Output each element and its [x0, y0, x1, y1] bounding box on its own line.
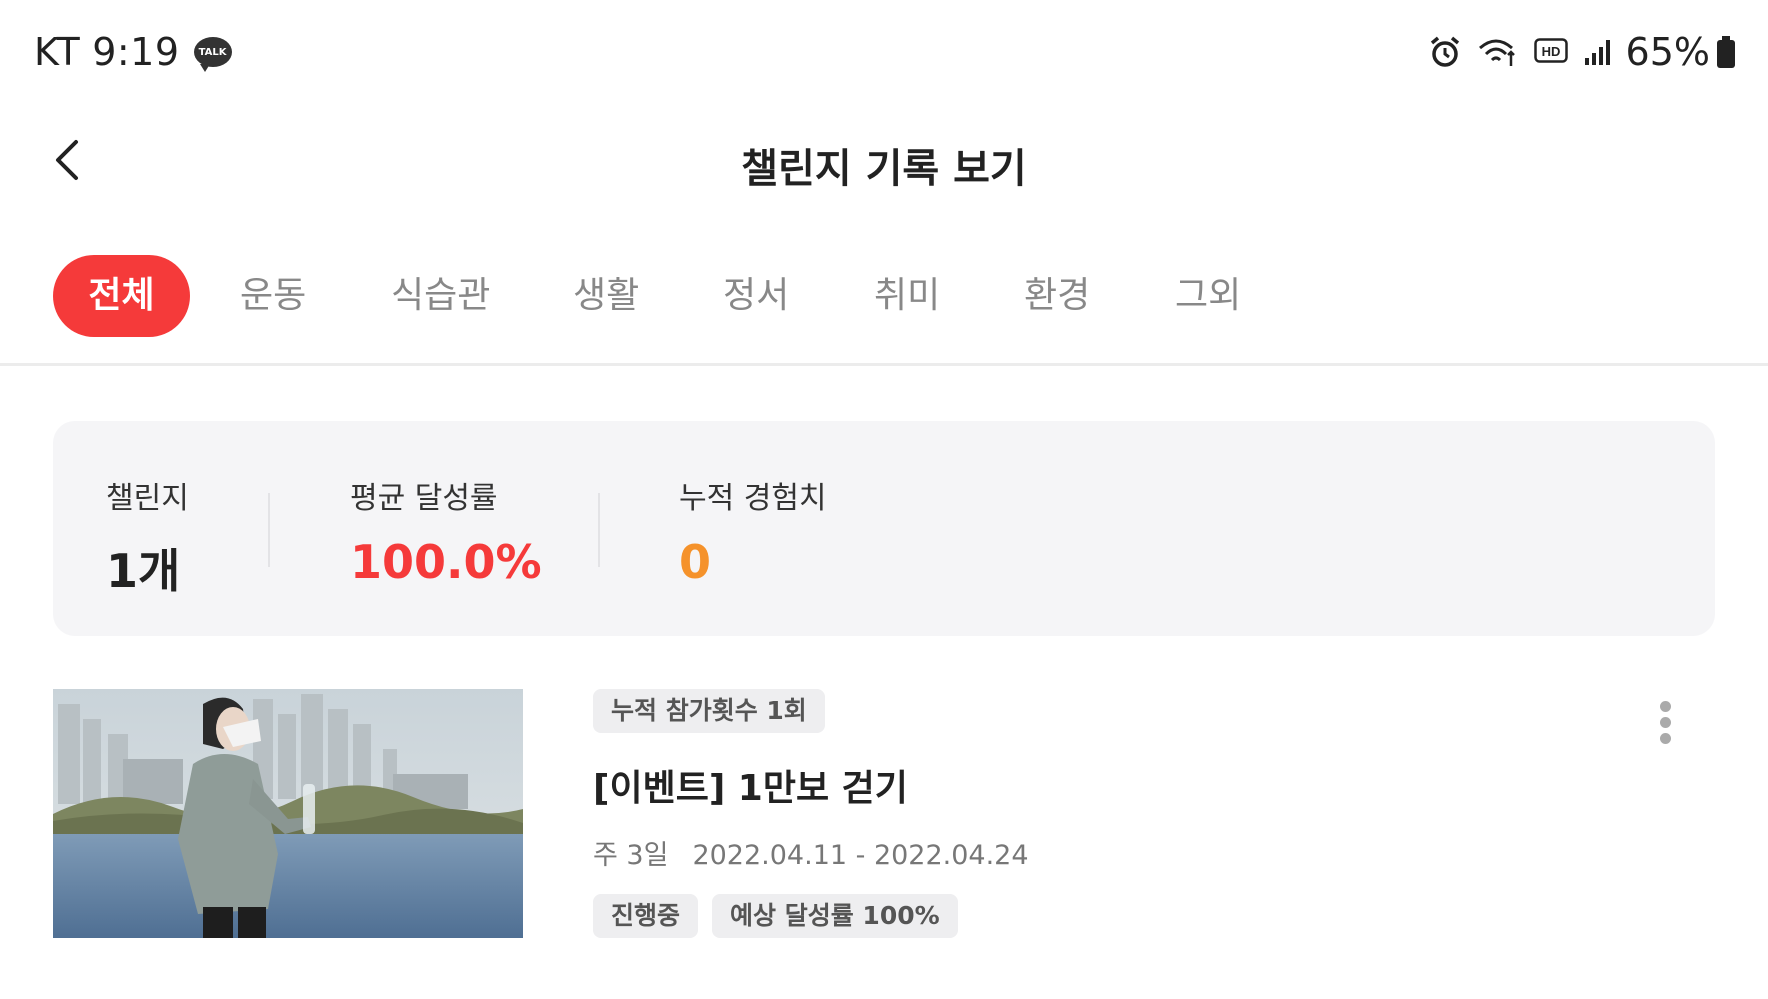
status-left: KT 9:19 TALK	[34, 30, 232, 74]
participation-count-chip: 누적 참가횟수 1회	[593, 689, 825, 733]
more-options-button[interactable]	[1653, 701, 1677, 751]
summary-card: 챌린지 1개 평균 달성률 100.0% 누적 경험치 0	[53, 421, 1715, 636]
svg-text:HD: HD	[1541, 44, 1560, 59]
more-vertical-icon	[1653, 701, 1677, 744]
challenge-schedule: 주 3일 2022.04.11 - 2022.04.24	[593, 833, 1029, 872]
stat-divider	[598, 493, 600, 567]
alarm-icon	[1428, 35, 1462, 69]
challenge-info: 누적 참가횟수 1회 [이벤트] 1만보 걷기 주 3일 2022.04.11 -…	[593, 689, 1029, 938]
wifi-icon	[1478, 36, 1518, 68]
challenge-title: [이벤트] 1만보 걷기	[593, 768, 908, 809]
tab-all[interactable]: 전체	[53, 255, 190, 337]
tabs-divider	[0, 363, 1768, 366]
challenge-period: 2022.04.11 - 2022.04.24	[692, 840, 1029, 871]
stat-exp-value: 0	[679, 535, 712, 589]
battery-percent: 65%	[1625, 30, 1710, 74]
challenge-list-item[interactable]: 누적 참가횟수 1회 [이벤트] 1만보 걷기 주 3일 2022.04.11 -…	[53, 689, 1715, 939]
talk-badge-text: TALK	[198, 46, 227, 58]
challenge-frequency: 주 3일	[593, 840, 669, 871]
category-tabs: 전체 운동 식습관 생활 정서 취미 환경 그외	[0, 255, 1768, 365]
tab-life[interactable]: 생활	[573, 255, 639, 337]
stat-avg-rate-label: 평균 달성률	[350, 481, 498, 516]
status-bar: KT 9:19 TALK HD 65%	[0, 0, 1768, 100]
kakaotalk-icon: TALK	[193, 37, 232, 72]
hd-icon: HD	[1533, 38, 1568, 66]
tab-emotion[interactable]: 정서	[723, 255, 789, 337]
expected-rate-chip: 예상 달성률 100%	[712, 894, 958, 938]
stat-challenges: 챌린지 1개	[106, 473, 189, 601]
stat-avg-rate-value: 100.0%	[350, 535, 542, 589]
challenge-chips: 진행중 예상 달성률 100%	[593, 894, 1029, 938]
battery-icon	[1716, 35, 1736, 69]
challenge-history-screen: KT 9:19 TALK HD 65% 챌린지 기록 보기 전체 운동 식습관 …	[0, 0, 1768, 999]
stat-challenges-value: 1개	[106, 544, 181, 598]
stat-divider	[268, 493, 270, 567]
tab-exercise[interactable]: 운동	[240, 255, 306, 337]
tab-others[interactable]: 그외	[1175, 255, 1241, 337]
tab-diet[interactable]: 식습관	[391, 255, 490, 337]
page-title: 챌린지 기록 보기	[741, 146, 1027, 192]
status-right: HD 65%	[1412, 30, 1736, 74]
stat-challenges-label: 챌린지	[106, 481, 189, 516]
signal-icon	[1584, 38, 1612, 66]
challenge-thumbnail	[53, 689, 523, 938]
status-chip: 진행중	[593, 894, 699, 938]
stat-avg-rate: 평균 달성률 100.0%	[350, 473, 542, 589]
clock: 9:19	[92, 30, 180, 74]
walking-woman-photo	[53, 689, 523, 938]
stat-exp-label: 누적 경험치	[679, 481, 827, 516]
carrier-label: KT	[34, 30, 81, 74]
tab-hobby[interactable]: 취미	[874, 255, 940, 337]
app-header: 챌린지 기록 보기	[0, 100, 1768, 220]
stat-exp: 누적 경험치 0	[679, 473, 827, 589]
tab-environment[interactable]: 환경	[1024, 255, 1090, 337]
